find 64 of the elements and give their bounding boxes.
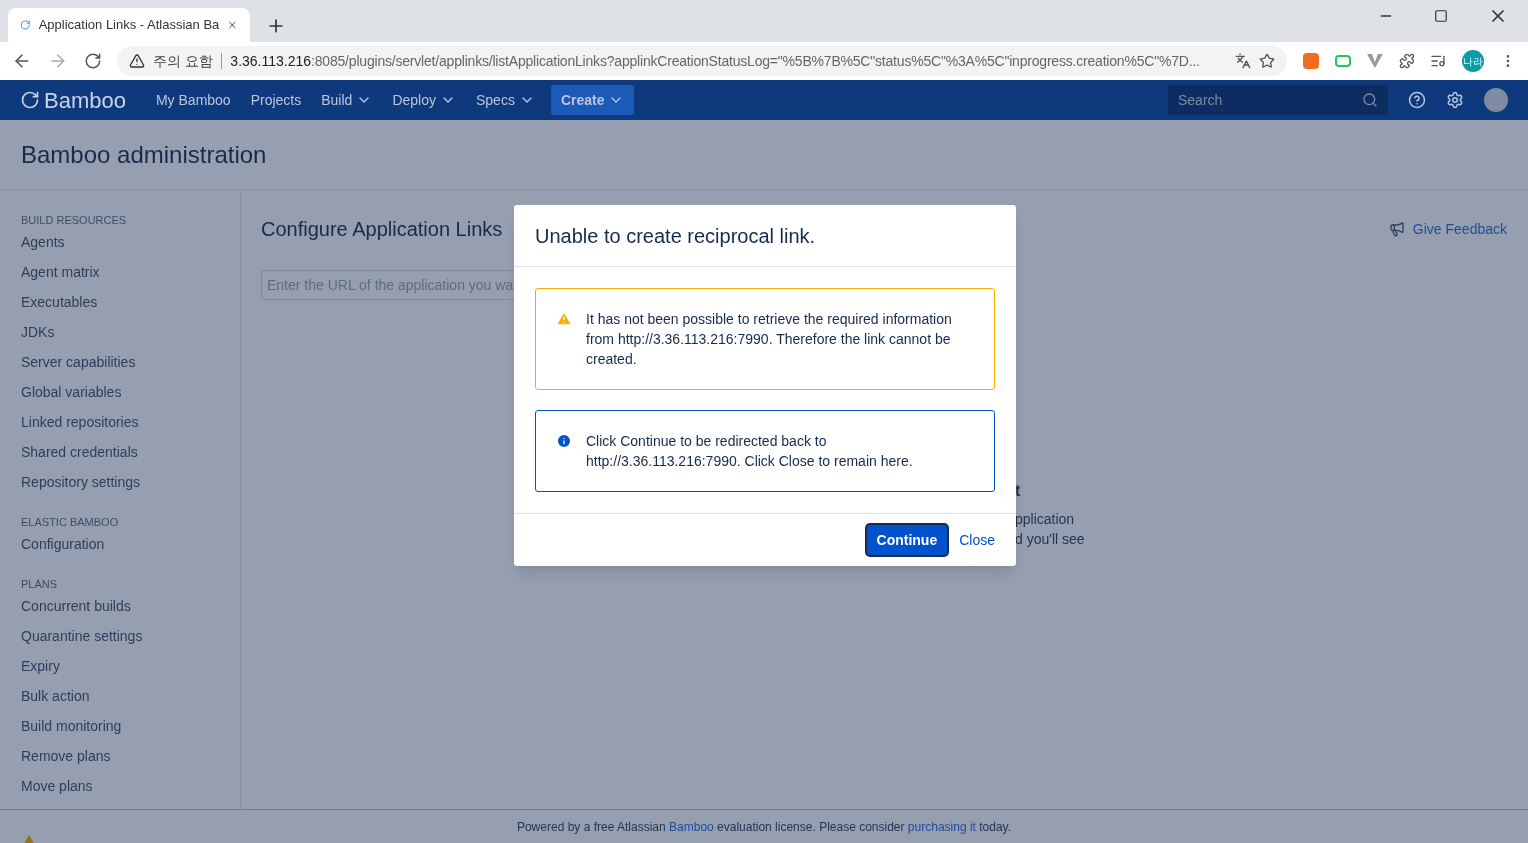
media-icon[interactable] — [1430, 53, 1447, 69]
v-shape-icon[interactable] — [1366, 54, 1383, 68]
nav-menu-item[interactable]: Build — [311, 85, 383, 115]
warning-icon — [129, 53, 146, 69]
translate-icon[interactable] — [1235, 53, 1251, 69]
sidebar-link[interactable]: Global variables — [21, 381, 122, 403]
message-text: It has not been possible to retrieve the required information from http://3.36.113.216:7990. Therefore the link cannot be created. — [586, 310, 953, 369]
browser-tab[interactable]: Application Links - Atlassian Ba — [8, 8, 250, 42]
sidebar-link[interactable]: JDKs — [21, 321, 55, 343]
sidebar-link[interactable]: Configuration — [21, 533, 105, 555]
sidebar-heading: PLANS — [21, 577, 59, 591]
feedback-link[interactable]: Give Feedback — [1412, 218, 1507, 240]
sidebar-heading: ELASTIC BAMBOO — [21, 515, 120, 529]
maximize-icon[interactable] — [1434, 9, 1448, 23]
page-title: Bamboo administration — [21, 139, 267, 170]
dialog-title: Unable to create reciprocal link. — [535, 223, 816, 249]
sidebar-link[interactable]: Agents — [21, 231, 65, 253]
message-text: Click Continue to be redirected back to http://3.36.113.216:7990. Click Close to remain here. — [586, 432, 914, 471]
sidebar-link[interactable]: Repository settings — [21, 471, 141, 493]
address-bar[interactable]: 주의 요함 3.36.113.216:8085/plugins/servlet/applinks/listApplicationLinks?applinkCreationStatusLog="%5B%7B%5C"status%5C"%3A%5C"inprogress.creation%5C"%7D... — [117, 46, 1287, 76]
text-fragment: pplication — [1015, 510, 1076, 529]
sidebar-link[interactable]: Agent matrix — [21, 261, 100, 283]
megaphone-icon[interactable] — [1388, 221, 1405, 237]
sidebar-link[interactable]: Remove plans — [21, 745, 111, 767]
user-avatar[interactable] — [1484, 88, 1508, 112]
sidebar-link[interactable]: Concurrent builds — [21, 595, 131, 617]
close-link[interactable]: Close — [959, 529, 995, 551]
sidebar-link[interactable]: Expiry — [21, 655, 60, 677]
search-field[interactable]: Search — [1168, 85, 1388, 115]
warning-icon — [22, 835, 36, 843]
bookmark-star-icon[interactable] — [1259, 53, 1275, 69]
nav-menu-item[interactable]: Specs — [465, 85, 545, 115]
nav-menu-item[interactable]: Deploy — [382, 85, 466, 115]
sidebar-link[interactable]: Shared credentials — [21, 441, 138, 463]
extensions-icon[interactable] — [1398, 53, 1415, 69]
section-title: Configure Application Links — [261, 217, 503, 242]
continue-button[interactable]: Continue — [866, 525, 948, 555]
sidebar-link[interactable]: Quarantine settings — [21, 625, 143, 647]
sidebar-link[interactable]: Bulk action — [21, 685, 90, 707]
sidebar-link[interactable]: Linked repositories — [21, 411, 139, 433]
sidebar-link[interactable]: Build monitoring — [21, 715, 122, 737]
bamboo-logo[interactable]: Bamboo — [20, 83, 126, 117]
sidebar-link[interactable]: Move plans — [21, 775, 93, 797]
reload-icon[interactable] — [83, 52, 102, 70]
tab-title: Application Links - Atlassian Ba — [38, 16, 220, 35]
info-icon — [556, 433, 572, 449]
bamboo-logo-icon — [20, 17, 31, 33]
url-host: 3.36.113.216 — [230, 51, 312, 71]
heading-fragment: t — [1015, 481, 1022, 501]
text-fragment: d you'll see — [1015, 530, 1086, 549]
help-icon[interactable] — [1408, 91, 1426, 109]
sidebar-link[interactable]: Executables — [21, 291, 98, 313]
search-icon[interactable] — [1362, 92, 1378, 108]
url-text: :8085/plugins/servlet/applinks/listApplicationLinks?applinkCreationStatusLog="%5B%7B%5C"status%5C"%3A%5C"inprogress.creation%5C"%7D... — [311, 51, 1201, 71]
profile-avatar[interactable]: 나라 — [1462, 50, 1485, 72]
nav-menu-item[interactable]: Projects — [240, 85, 312, 115]
security-label: 주의 요함 — [153, 51, 214, 71]
sidebar-heading: BUILD RESOURCES — [21, 213, 128, 227]
nav-menu-item[interactable]: My Bamboo — [145, 85, 241, 115]
settings-icon[interactable] — [1446, 91, 1464, 109]
warning-icon — [556, 311, 572, 327]
footer-text: Powered by a free Atlassian Bamboo evaluation license. Please consider purchasing it today. — [516, 818, 1012, 836]
create-button[interactable]: Create — [550, 85, 635, 115]
sidebar-link[interactable]: Server capabilities — [21, 351, 136, 373]
